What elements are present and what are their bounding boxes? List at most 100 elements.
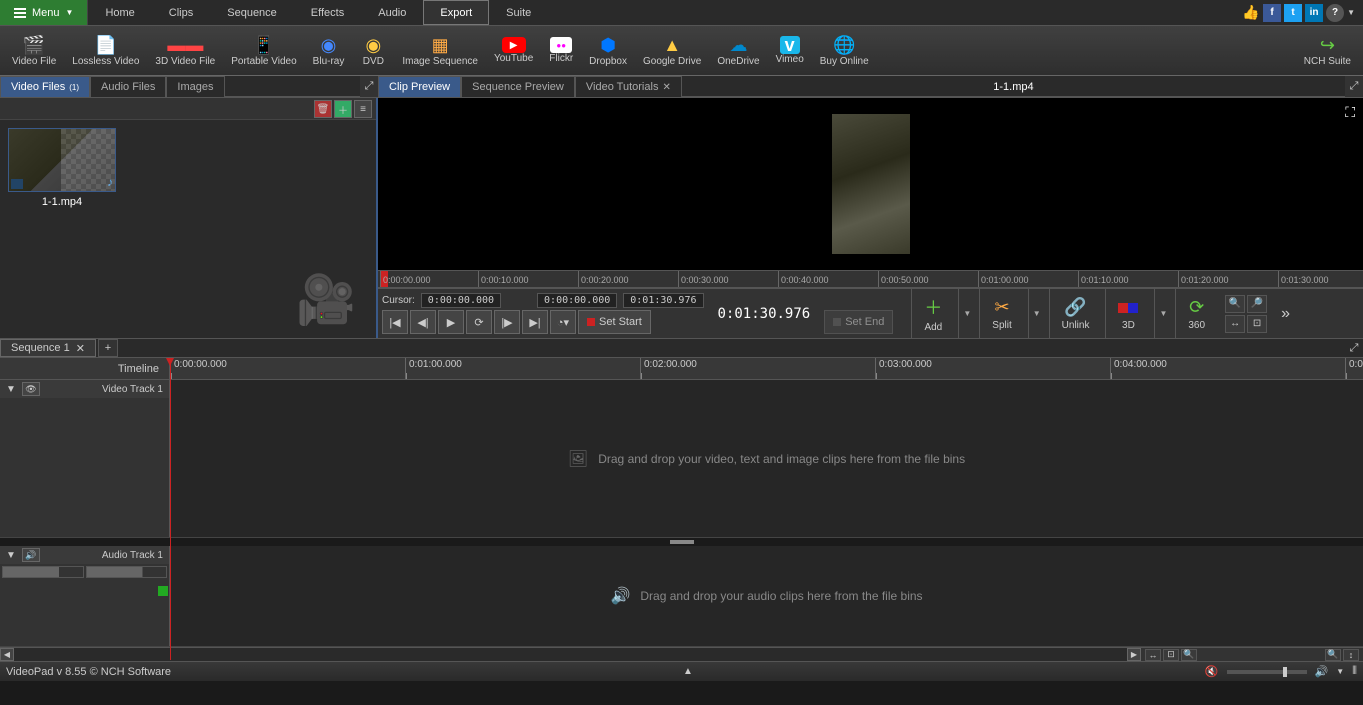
menu-export[interactable]: Export — [423, 0, 489, 25]
sequence-tab[interactable]: Sequence 1✕ — [0, 339, 96, 357]
ribbon-vimeo[interactable]: vVimeo — [768, 26, 812, 75]
ribbon-bluray[interactable]: ◉Blu-ray — [305, 26, 353, 75]
menu-button[interactable]: Menu ▼ — [0, 0, 88, 25]
tab-video-tutorials[interactable]: Video Tutorials✕ — [575, 76, 682, 97]
step-back-button[interactable]: ◀| — [410, 310, 436, 334]
ribbon-flickr[interactable]: ●●Flickr — [541, 26, 581, 75]
menu-clips[interactable]: Clips — [152, 0, 210, 25]
linkedin-icon[interactable]: in — [1305, 4, 1323, 22]
tab-audio-files[interactable]: Audio Files — [90, 76, 166, 97]
track-divider[interactable] — [0, 538, 1363, 546]
play-button[interactable]: ▶ — [438, 310, 464, 334]
preview-viewport[interactable]: ⛶ — [378, 98, 1363, 270]
fit-v-icon[interactable]: ↕ — [1343, 649, 1359, 661]
tab-clip-preview[interactable]: Clip Preview — [378, 76, 461, 97]
ribbon-nch-suite[interactable]: ↪NCH Suite — [1296, 26, 1359, 75]
video-track-body[interactable]: 🖼 Drag and drop your video, text and ima… — [170, 380, 1363, 537]
tab-images[interactable]: Images — [166, 76, 224, 97]
volume-slider[interactable] — [1227, 670, 1307, 674]
set-start-button[interactable]: Set Start — [578, 310, 651, 334]
list-view-icon[interactable]: ≡ — [354, 100, 372, 118]
add-dropdown[interactable]: ▼ — [958, 289, 975, 338]
cursor-time[interactable]: 0:00:00.000 — [421, 293, 501, 308]
zoom-fit-icon[interactable]: ⊡ — [1163, 649, 1179, 661]
volume-icon[interactable]: 🔊 — [1315, 665, 1329, 678]
goto-end-button[interactable]: ▶| — [522, 310, 548, 334]
menu-audio[interactable]: Audio — [361, 0, 423, 25]
add-tool[interactable]: ＋Add — [911, 289, 954, 338]
split-tool[interactable]: ✂Split — [979, 289, 1023, 338]
menu-home[interactable]: Home — [88, 0, 151, 25]
menu-sequence[interactable]: Sequence — [210, 0, 294, 25]
ribbon-buy[interactable]: 🌐Buy Online — [812, 26, 877, 75]
ribbon-dropbox[interactable]: ⬢Dropbox — [581, 26, 635, 75]
split-dropdown[interactable]: ▼ — [1028, 289, 1045, 338]
ribbon-image-seq[interactable]: ▦Image Sequence — [394, 26, 486, 75]
zoom-tl-icon[interactable]: 🔍 — [1181, 649, 1197, 661]
3d-dropdown[interactable]: ▼ — [1154, 289, 1171, 338]
expand-tools-icon[interactable]: » — [1275, 305, 1296, 323]
mute-icon[interactable]: 🔇 — [1205, 665, 1219, 678]
fit-width-icon[interactable]: ↔ — [1225, 315, 1245, 333]
clip-item[interactable]: ♪ 1-1.mp4 — [8, 128, 116, 208]
360-tool[interactable]: ⟳360 — [1175, 289, 1217, 338]
menu-suite[interactable]: Suite — [489, 0, 548, 25]
like-icon[interactable]: 👍 — [1242, 4, 1260, 22]
mute-icon[interactable]: 🔊 — [22, 548, 40, 562]
visibility-icon[interactable]: 👁 — [22, 382, 40, 396]
fit-h-icon[interactable]: ↔ — [1145, 649, 1161, 661]
layout-icon[interactable]: ⦀ — [1352, 665, 1357, 678]
close-icon[interactable]: ✕ — [662, 82, 670, 93]
dropdown-icon[interactable]: ▼ — [1347, 8, 1355, 17]
scrollbar-track[interactable] — [14, 648, 1127, 661]
3d-tool[interactable]: 3D — [1105, 289, 1150, 338]
twitter-icon[interactable]: t — [1284, 4, 1302, 22]
record-indicator-icon[interactable] — [158, 586, 168, 596]
ribbon-dvd[interactable]: ◉DVD — [352, 26, 394, 75]
zoom-v-icon[interactable]: 🔍 — [1325, 649, 1341, 661]
ribbon-portable[interactable]: 📱Portable Video — [223, 26, 304, 75]
timeline-ruler[interactable]: Timeline 0:00:00.000 0:01:00.000 0:02:00… — [0, 358, 1363, 380]
popout-icon[interactable]: ⤢ — [360, 76, 378, 97]
ribbon-lossless[interactable]: 📄Lossless Video — [64, 26, 147, 75]
loop-button[interactable]: ⟳ — [466, 310, 492, 334]
help-icon[interactable]: ? — [1326, 4, 1344, 22]
delete-icon[interactable]: 🗑 — [314, 100, 332, 118]
end-time[interactable]: 0:01:30.976 — [623, 293, 703, 308]
tab-video-files[interactable]: Video Files(1) — [0, 76, 90, 97]
goto-start-button[interactable]: |◀ — [382, 310, 408, 334]
expand-up-icon[interactable]: ▲ — [683, 666, 693, 677]
ribbon-3d-file[interactable]: ▬▬3D Video File — [147, 26, 223, 75]
collapse-icon[interactable]: ▼ — [6, 550, 16, 561]
menu-effects[interactable]: Effects — [294, 0, 361, 25]
zoom-out-icon[interactable]: 🔎 — [1247, 295, 1267, 313]
fit-icon[interactable]: ⊡ — [1247, 315, 1267, 333]
bin-content[interactable]: ♪ 1-1.mp4 🎥 — [0, 120, 376, 338]
preview-ruler[interactable]: 0:00:00.000 0:00:10.000 0:00:20.000 0:00… — [378, 270, 1363, 288]
settings-icon[interactable]: ▼ — [1336, 667, 1344, 676]
step-fwd-button[interactable]: |▶ — [494, 310, 520, 334]
scroll-right-icon[interactable]: ▶ — [1127, 648, 1141, 661]
add-icon[interactable]: ＋ — [334, 100, 352, 118]
bin-tabs: Video Files(1) Audio Files Images ⤢ — [0, 76, 378, 98]
scrub-button[interactable]: ◔▾ — [550, 310, 576, 334]
playhead[interactable] — [170, 358, 171, 660]
unlink-tool[interactable]: 🔗Unlink — [1049, 289, 1102, 338]
ribbon-video-file[interactable]: 🎬Video File — [4, 26, 64, 75]
ribbon-onedrive[interactable]: ☁OneDrive — [709, 26, 767, 75]
popout-icon[interactable]: ⤢ — [1345, 339, 1363, 357]
set-end-button[interactable]: Set End — [824, 310, 893, 334]
ribbon-youtube[interactable]: ▶YouTube — [486, 26, 541, 75]
add-sequence-button[interactable]: + — [98, 339, 118, 357]
fullscreen-icon[interactable]: ⛶ — [1345, 104, 1355, 121]
ribbon-gdrive[interactable]: ▲Google Drive — [635, 26, 709, 75]
popout-icon[interactable]: ⤢ — [1345, 76, 1363, 97]
scroll-left-icon[interactable]: ◀ — [0, 648, 14, 661]
audio-track-body[interactable]: 🔊 Drag and drop your audio clips here fr… — [170, 546, 1363, 646]
facebook-icon[interactable]: f — [1263, 4, 1281, 22]
close-icon[interactable]: ✕ — [76, 342, 85, 355]
tab-sequence-preview[interactable]: Sequence Preview — [461, 76, 575, 97]
zoom-in-icon[interactable]: 🔍 — [1225, 295, 1245, 313]
start-time[interactable]: 0:00:00.000 — [537, 293, 617, 308]
collapse-icon[interactable]: ▼ — [6, 384, 16, 395]
